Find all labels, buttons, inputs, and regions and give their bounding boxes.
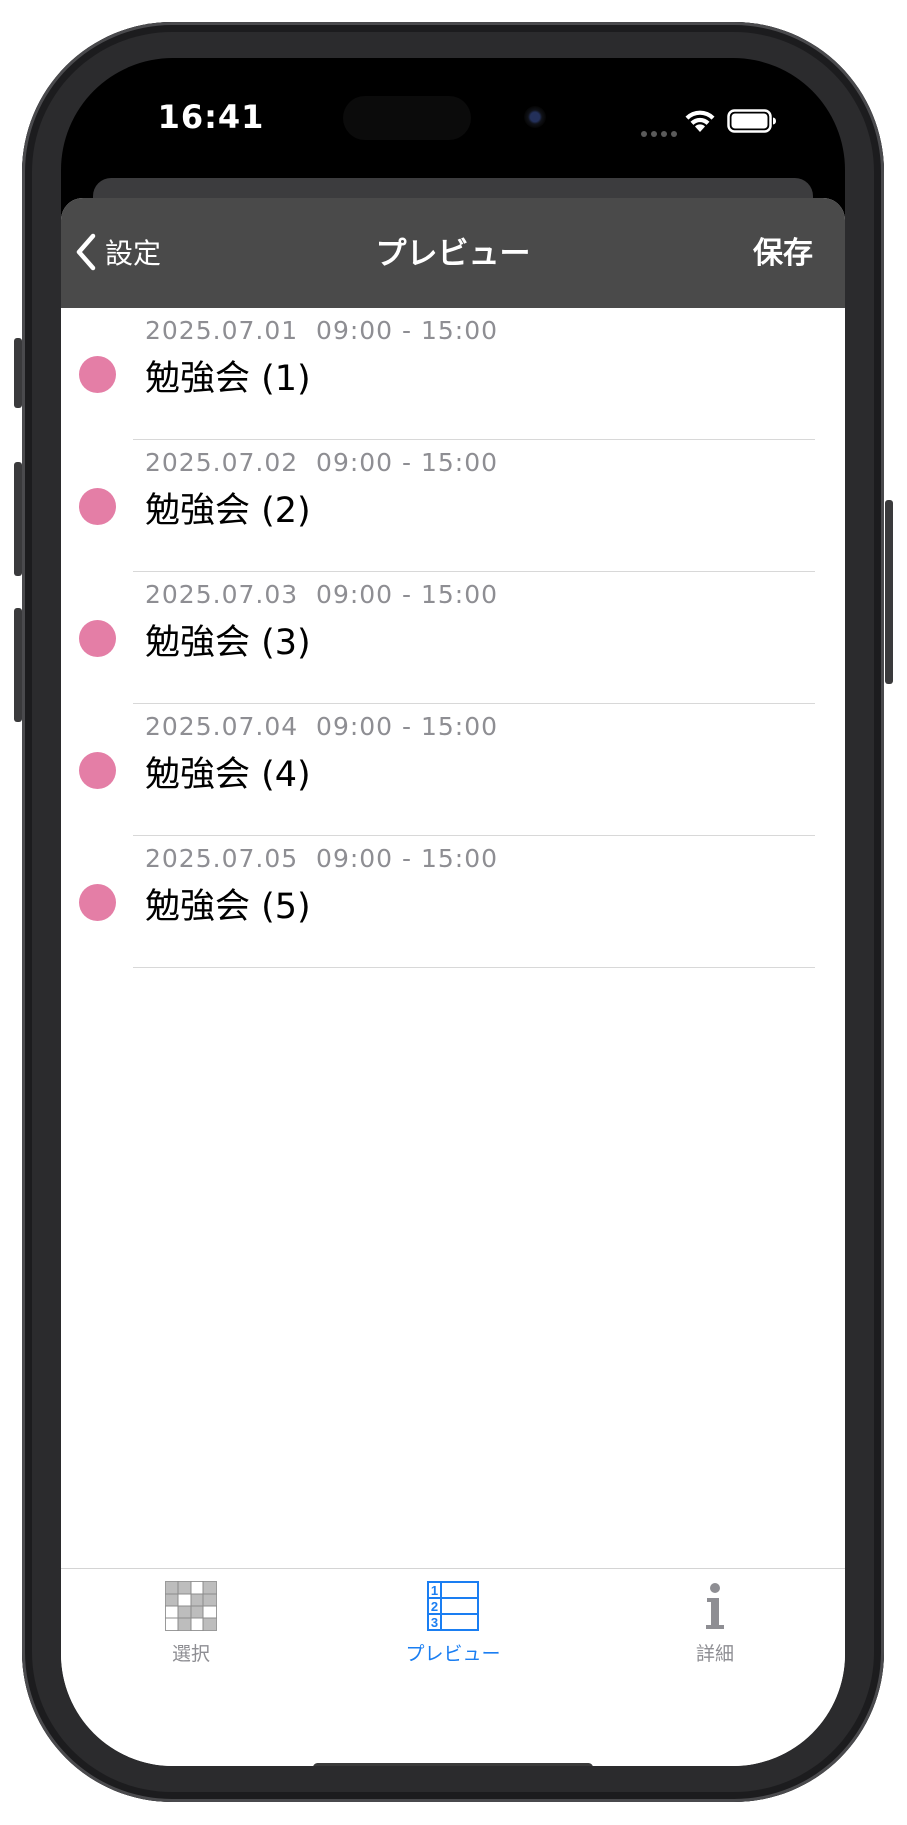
side-button-power [885, 500, 893, 684]
side-button-action [14, 338, 22, 408]
event-title: 勉強会 (3) [145, 623, 311, 663]
event-datetime: 2025.07.01 09:00 - 15:00 [145, 316, 499, 345]
event-datetime: 2025.07.03 09:00 - 15:00 [145, 580, 499, 609]
camera-icon [524, 106, 546, 128]
event-title: 勉強会 (1) [145, 359, 311, 399]
event-title: 勉強会 (4) [145, 755, 311, 795]
event-color-dot [79, 356, 116, 393]
row-divider [133, 967, 815, 968]
event-datetime: 2025.07.05 09:00 - 15:00 [145, 844, 499, 873]
svg-text:2: 2 [431, 1599, 438, 1614]
event-list: 2025.07.01 09:00 - 15:00 勉強会 (1) 2025.07… [61, 308, 845, 968]
svg-text:3: 3 [431, 1615, 438, 1630]
event-color-dot [79, 884, 116, 921]
event-row[interactable]: 2025.07.02 09:00 - 15:00 勉強会 (2) [61, 440, 845, 572]
back-button[interactable]: 設定 [75, 224, 161, 280]
tab-label: プレビュー [405, 1643, 501, 1665]
event-color-dot [79, 488, 116, 525]
numbered-list-icon: 1 2 3 [427, 1581, 479, 1631]
home-indicator [313, 1763, 593, 1766]
event-title: 勉強会 (5) [145, 887, 311, 927]
event-row[interactable]: 2025.07.03 09:00 - 15:00 勉強会 (3) [61, 572, 845, 704]
dynamic-island [343, 96, 471, 140]
side-button-volume-down [14, 608, 22, 722]
page-title: プレビュー [375, 236, 531, 272]
tab-label: 選択 [171, 1643, 210, 1665]
device-stage: 16:41 設定 プレビュー 保存 2025.07.01 09:00 - 15:… [0, 0, 907, 1825]
back-button-label: 設定 [105, 237, 162, 270]
wifi-icon [685, 110, 715, 132]
cellular-signal-icon [641, 122, 681, 141]
tab-label: 詳細 [695, 1643, 734, 1665]
status-icons [621, 106, 781, 137]
phone-screen: 16:41 設定 プレビュー 保存 2025.07.01 09:00 - 15:… [61, 58, 845, 1766]
info-icon [706, 1583, 724, 1629]
tab-detail[interactable]: 詳細 [615, 1581, 815, 1666]
event-datetime: 2025.07.04 09:00 - 15:00 [145, 712, 499, 741]
tab-preview[interactable]: 1 2 3 プレビュー [353, 1581, 553, 1666]
battery-icon [727, 109, 776, 133]
navigation-bar: 設定 プレビュー 保存 [61, 198, 845, 308]
event-row[interactable]: 2025.07.01 09:00 - 15:00 勉強会 (1) [61, 308, 845, 440]
tab-select[interactable]: 選択 [91, 1581, 291, 1666]
chevron-left-icon [76, 233, 96, 271]
event-datetime: 2025.07.02 09:00 - 15:00 [145, 448, 499, 477]
status-time: 16:41 [157, 98, 265, 136]
event-title: 勉強会 (2) [145, 491, 311, 531]
event-color-dot [79, 620, 116, 657]
event-row[interactable]: 2025.07.05 09:00 - 15:00 勉強会 (5) [61, 836, 845, 968]
preview-sheet: 設定 プレビュー 保存 2025.07.01 09:00 - 15:00 勉強会… [61, 198, 845, 1766]
event-color-dot [79, 752, 116, 789]
svg-text:1: 1 [431, 1583, 438, 1598]
side-button-volume-up [14, 462, 22, 576]
tab-bar: 選択 1 2 3 プレビュー 詳細 [61, 1568, 845, 1766]
grid-select-icon [165, 1581, 217, 1631]
event-row[interactable]: 2025.07.04 09:00 - 15:00 勉強会 (4) [61, 704, 845, 836]
save-button[interactable]: 保存 [753, 228, 813, 272]
